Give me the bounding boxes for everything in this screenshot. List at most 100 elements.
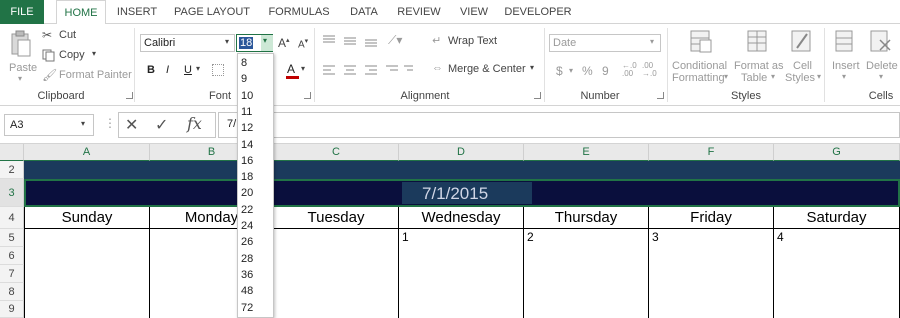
column-header-c[interactable]: C [274,144,399,161]
tab-page-layout[interactable]: PAGE LAYOUT [172,0,252,24]
decrease-font-icon[interactable]: A▾ [298,37,308,50]
insert-function-icon[interactable]: fx [187,114,202,133]
enter-icon[interactable]: ✓ [155,115,168,135]
font-size-option[interactable]: 28 [238,251,273,267]
row-header-5[interactable]: 5 [0,229,24,247]
column-header-a[interactable]: A [24,144,150,161]
day-header-thursday[interactable]: Thursday [524,207,649,229]
row-header-9[interactable]: 9 [0,301,24,318]
row-header-6[interactable]: 6 [0,247,24,265]
comma-button[interactable]: 9 [602,64,609,78]
day-header-friday[interactable]: Friday [649,207,774,229]
font-size-option[interactable]: 8 [238,55,273,71]
increase-decimal-icon[interactable]: ←.0.00 [622,62,637,78]
tab-formulas[interactable]: FORMULAS [264,0,334,24]
tab-view[interactable]: VIEW [454,0,494,24]
font-size-option[interactable]: 16 [238,153,273,169]
row-2-band[interactable] [24,161,900,179]
column-header-d[interactable]: D [399,144,524,161]
name-box[interactable]: A3 ▾ [4,114,94,136]
tab-data[interactable]: DATA [342,0,386,24]
cut-button[interactable]: ✂ Cut [42,28,102,44]
currency-chevron-icon[interactable]: ▾ [569,66,573,75]
font-size-option[interactable]: 24 [238,218,273,234]
tab-home[interactable]: HOME [56,0,106,25]
font-size-option[interactable]: 26 [238,234,273,250]
week-cell-tuesday[interactable] [274,229,399,318]
worksheet-grid[interactable]: A B C D E F G 2 3 4 5 6 7 8 9 7/1/2015 S… [0,144,900,318]
wrap-text-button[interactable]: ↵ Wrap Text [432,34,512,50]
number-launcher-icon[interactable] [657,92,664,99]
insert-cells-button[interactable]: Insert ▾ [828,28,862,88]
day-header-saturday[interactable]: Saturday [774,207,900,229]
formula-bar-grip-icon[interactable]: ⋮ [104,116,116,130]
font-size-option[interactable]: 10 [238,88,273,104]
font-size-option[interactable]: 11 [238,104,273,120]
merge-center-button[interactable]: ⇔ Merge & Center ▾ [432,62,542,78]
title-cell-a3[interactable]: 7/1/2015 [24,179,900,207]
week-cell-sunday[interactable] [24,229,150,318]
tab-developer[interactable]: DEVELOPER [504,0,572,24]
font-size-option-selected[interactable]: 18 [238,169,273,185]
font-name-dropdown[interactable]: Calibri ▾ [140,34,235,52]
copy-button[interactable]: Copy ▾ [42,48,102,64]
week-cell-thursday[interactable] [524,229,649,318]
alignment-launcher-icon[interactable] [534,92,541,99]
underline-chevron-icon[interactable]: ▾ [196,64,200,73]
conditional-formatting-button[interactable]: Conditional Formatting ▾ [670,28,730,88]
week-cell-wednesday[interactable] [399,229,524,318]
increase-font-icon[interactable]: A▴ [278,36,290,50]
currency-button[interactable]: $ [556,64,563,78]
font-size-value[interactable]: 18 [239,37,254,49]
font-size-option[interactable]: 72 [238,300,273,316]
format-painter-button[interactable]: 🖌 Format Painter [42,68,132,84]
day-header-wednesday[interactable]: Wednesday [399,207,524,229]
font-size-option[interactable]: 9 [238,71,273,87]
orientation-icon[interactable]: ⟋▾ [388,33,402,48]
delete-cells-button[interactable]: Delete ▾ [864,28,900,88]
column-header-e[interactable]: E [524,144,649,161]
font-size-dropdown[interactable]: 18 ▾ [236,34,273,52]
cancel-icon[interactable]: ✕ [125,115,138,135]
cell-styles-button[interactable]: Cell Styles ▾ [785,28,821,88]
font-size-option[interactable]: 20 [238,185,273,201]
clipboard-launcher-icon[interactable] [126,92,133,99]
font-size-list[interactable]: 8 9 10 11 12 14 16 18 20 22 24 26 28 36 … [237,53,274,318]
font-launcher-icon[interactable] [304,92,311,99]
row-header-2[interactable]: 2 [0,161,24,179]
row-header-3[interactable]: 3 [0,179,24,207]
tab-file[interactable]: FILE [0,0,44,24]
horizontal-align-icons[interactable] [322,64,414,78]
row-header-8[interactable]: 8 [0,283,24,301]
font-size-option[interactable]: 48 [238,283,273,299]
row-header-4[interactable]: 4 [0,207,24,229]
format-as-table-button[interactable]: Format as Table ▾ [733,28,784,88]
bold-button[interactable]: B [147,64,155,76]
font-size-option[interactable]: 14 [238,137,273,153]
underline-button[interactable]: U [184,64,192,76]
italic-button[interactable]: I [166,64,169,76]
column-header-f[interactable]: F [649,144,774,161]
font-size-chevron-icon[interactable]: ▾ [261,35,273,51]
day-header-sunday[interactable]: Sunday [24,207,150,229]
row-header-7[interactable]: 7 [0,265,24,283]
paste-button[interactable]: Paste ▾ [6,28,38,86]
select-all-corner[interactable] [0,144,24,161]
percent-button[interactable]: % [582,64,593,78]
borders-icon[interactable] [212,64,224,76]
tab-review[interactable]: REVIEW [394,0,444,24]
font-size-option[interactable]: 22 [238,202,273,218]
separator [667,28,668,102]
day-number-friday: 3 [652,230,659,244]
week-cell-friday[interactable] [649,229,774,318]
tab-insert[interactable]: INSERT [112,0,162,24]
decrease-decimal-icon[interactable]: .00 →.0 [642,62,657,78]
font-color-button[interactable]: A ▾ [285,60,307,80]
font-size-option[interactable]: 12 [238,120,273,136]
number-format-dropdown[interactable]: Date ▾ [549,34,661,52]
day-header-tuesday[interactable]: Tuesday [274,207,399,229]
column-header-g[interactable]: G [774,144,900,161]
week-cell-saturday[interactable] [774,229,900,318]
font-size-option[interactable]: 36 [238,267,273,283]
formula-input[interactable]: 7/ [218,112,900,138]
